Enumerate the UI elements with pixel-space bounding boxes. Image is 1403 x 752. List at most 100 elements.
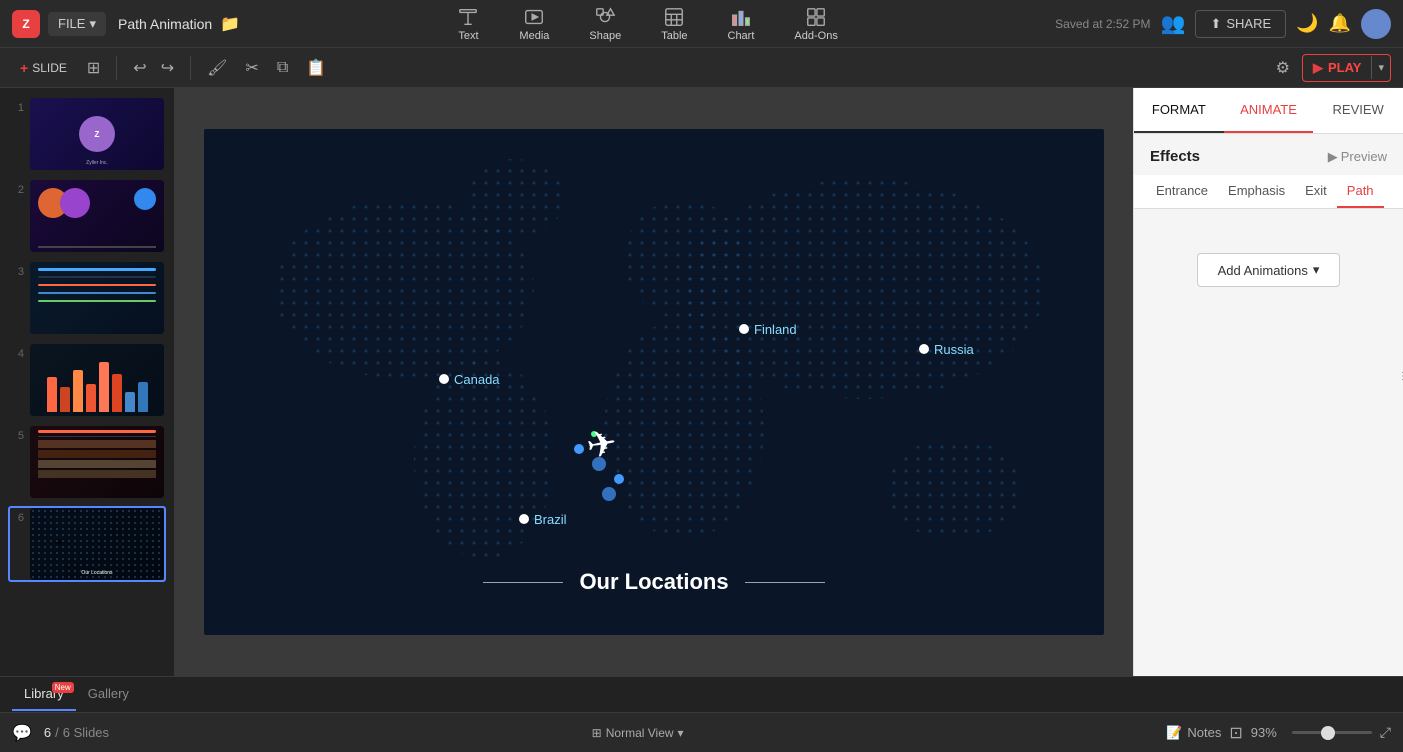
slide-canvas[interactable]: ✈ Canada Finland Russia Brazil Our xyxy=(204,129,1104,635)
add-slide-button[interactable]: + SLIDE xyxy=(12,56,75,80)
slide-number-3: 3 xyxy=(10,262,24,278)
slide-thumbnail-2[interactable]: 2 xyxy=(8,178,166,254)
title-line-right xyxy=(745,582,825,583)
copy-button[interactable]: ⧉ xyxy=(271,55,294,81)
slide-title-bar: Our Locations xyxy=(204,569,1104,595)
folder-icon[interactable]: 📁 xyxy=(220,14,240,34)
undo-button[interactable]: ↩ xyxy=(127,54,152,82)
animate-tab[interactable]: ANIMATE xyxy=(1224,88,1314,133)
world-map: ✈ Canada Finland Russia Brazil xyxy=(204,129,1104,635)
slide-count-separator: / xyxy=(55,725,59,740)
share-button[interactable]: ⬆ SHARE xyxy=(1195,10,1286,38)
media-tool-button[interactable]: Media xyxy=(511,2,557,46)
file-menu-button[interactable]: FILE ▾ xyxy=(48,12,106,36)
play-button[interactable]: ▶ PLAY xyxy=(1303,55,1371,81)
zoom-percentage: 93% xyxy=(1251,725,1286,740)
slide-panel: 1 Z Zyller Inc. 2 xyxy=(0,88,175,676)
exit-tab[interactable]: Exit xyxy=(1295,175,1337,208)
emphasis-tab[interactable]: Emphasis xyxy=(1218,175,1295,208)
slide-number-4: 4 xyxy=(10,344,24,360)
slide-number-2: 2 xyxy=(10,180,24,196)
svg-text:Canada: Canada xyxy=(454,372,500,387)
zoom-slider[interactable] xyxy=(1292,731,1372,734)
cut-button[interactable]: ✂ xyxy=(239,54,264,82)
svg-text:Finland: Finland xyxy=(754,322,797,337)
file-chevron-icon: ▾ xyxy=(89,16,96,32)
panel-content xyxy=(1134,307,1403,676)
format-tab[interactable]: FORMAT xyxy=(1134,88,1224,133)
slide-thumbnail-6[interactable]: 6 Our Locations ✈ xyxy=(8,506,166,582)
preview-link[interactable]: ▶ Preview xyxy=(1328,149,1387,165)
slide-preview-1: Z Zyller Inc. xyxy=(30,98,164,170)
notification-icon[interactable]: 🔔 xyxy=(1329,13,1351,34)
play-label: PLAY xyxy=(1328,60,1361,75)
user-avatar[interactable] xyxy=(1361,9,1391,39)
fit-button[interactable]: ⊡ xyxy=(1229,723,1242,743)
entrance-tab[interactable]: Entrance xyxy=(1146,175,1218,208)
main-toolbar: Text Media Shape Table Chart Add-Ons xyxy=(248,2,1047,46)
slide-thumbnail-4[interactable]: 4 xyxy=(8,342,166,418)
collab-icon[interactable]: 👥 xyxy=(1161,11,1186,36)
total-slides-text: 6 Slides xyxy=(63,725,109,740)
share-icon: ⬆ xyxy=(1210,16,1221,32)
presentation-title[interactable]: Path Animation xyxy=(118,16,212,32)
panel-tabs: FORMAT ANIMATE REVIEW xyxy=(1134,88,1403,134)
moon-icon[interactable]: 🌙 xyxy=(1296,13,1318,34)
view-chevron-icon: ▾ xyxy=(678,726,684,740)
right-panel: FORMAT ANIMATE REVIEW Effects ▶ Preview … xyxy=(1133,88,1403,676)
zoom-control: 93% xyxy=(1251,725,1372,740)
addons-label: Add-Ons xyxy=(794,30,837,42)
slide-title: Our Locations xyxy=(579,569,728,595)
addons-icon xyxy=(805,6,827,28)
preview-arrow-icon: ▶ xyxy=(1328,149,1338,165)
text-label: Text xyxy=(458,30,478,42)
chat-button[interactable]: 💬 xyxy=(12,723,32,743)
notes-icon: 📝 xyxy=(1166,725,1182,741)
gallery-tab[interactable]: Gallery xyxy=(76,678,141,711)
svg-text:Brazil: Brazil xyxy=(534,512,567,527)
slide-thumbnail-3[interactable]: 3 xyxy=(8,260,166,336)
library-tab[interactable]: Library New xyxy=(12,678,76,711)
normal-view-button[interactable]: ⊞ Normal View ▾ xyxy=(592,726,684,740)
gallery-label: Gallery xyxy=(88,686,129,701)
dropdown-chevron-icon: ▾ xyxy=(1313,262,1320,278)
format-painter-button[interactable]: 🖌 xyxy=(201,54,233,82)
divider2 xyxy=(190,56,191,80)
paste-button[interactable]: 📋 xyxy=(300,54,332,82)
text-tool-button[interactable]: Text xyxy=(449,2,487,46)
top-bar: Z FILE ▾ Path Animation 📁 Text Media Sha… xyxy=(0,0,1403,48)
add-animations-label: Add Animations xyxy=(1218,263,1308,278)
redo-button[interactable]: ↪ xyxy=(155,54,180,82)
settings-button[interactable]: ⚙ xyxy=(1270,54,1296,82)
file-label: FILE xyxy=(58,16,85,31)
shape-tool-button[interactable]: Shape xyxy=(581,2,629,46)
path-tab[interactable]: Path xyxy=(1337,175,1384,208)
slide-thumbnail-5[interactable]: 5 xyxy=(8,424,166,500)
slide-thumbnail-1[interactable]: 1 Z Zyller Inc. xyxy=(8,96,166,172)
text-icon xyxy=(457,6,479,28)
plus-icon: + xyxy=(20,60,28,76)
slide-preview-3 xyxy=(30,262,164,334)
chart-tool-button[interactable]: Chart xyxy=(720,2,763,46)
play-button-group: ▶ PLAY ▾ xyxy=(1302,54,1391,82)
play-triangle-icon: ▶ xyxy=(1313,60,1323,76)
slide-preview-4 xyxy=(30,344,164,416)
chart-icon xyxy=(730,6,752,28)
table-tool-button[interactable]: Table xyxy=(653,2,695,46)
review-tab[interactable]: REVIEW xyxy=(1313,88,1403,133)
notes-button[interactable]: 📝 Notes xyxy=(1166,725,1221,741)
add-animations-button[interactable]: Add Animations ▾ xyxy=(1197,253,1341,287)
divider xyxy=(116,56,117,80)
animate-sub-tabs: Entrance Emphasis Exit Path xyxy=(1134,175,1403,209)
grid-view-icon: ⊞ xyxy=(592,726,602,740)
table-icon xyxy=(663,6,685,28)
play-dropdown-button[interactable]: ▾ xyxy=(1371,56,1390,79)
share-label: SHARE xyxy=(1226,16,1271,31)
layout-button[interactable]: ⊞ xyxy=(81,54,106,82)
notes-label: Notes xyxy=(1187,725,1221,740)
shape-icon xyxy=(594,6,616,28)
slide-number-6: 6 xyxy=(10,508,24,524)
expand-icon[interactable]: ⤢ xyxy=(1380,724,1391,741)
addons-tool-button[interactable]: Add-Ons xyxy=(786,2,845,46)
app-icon: Z xyxy=(12,10,40,38)
